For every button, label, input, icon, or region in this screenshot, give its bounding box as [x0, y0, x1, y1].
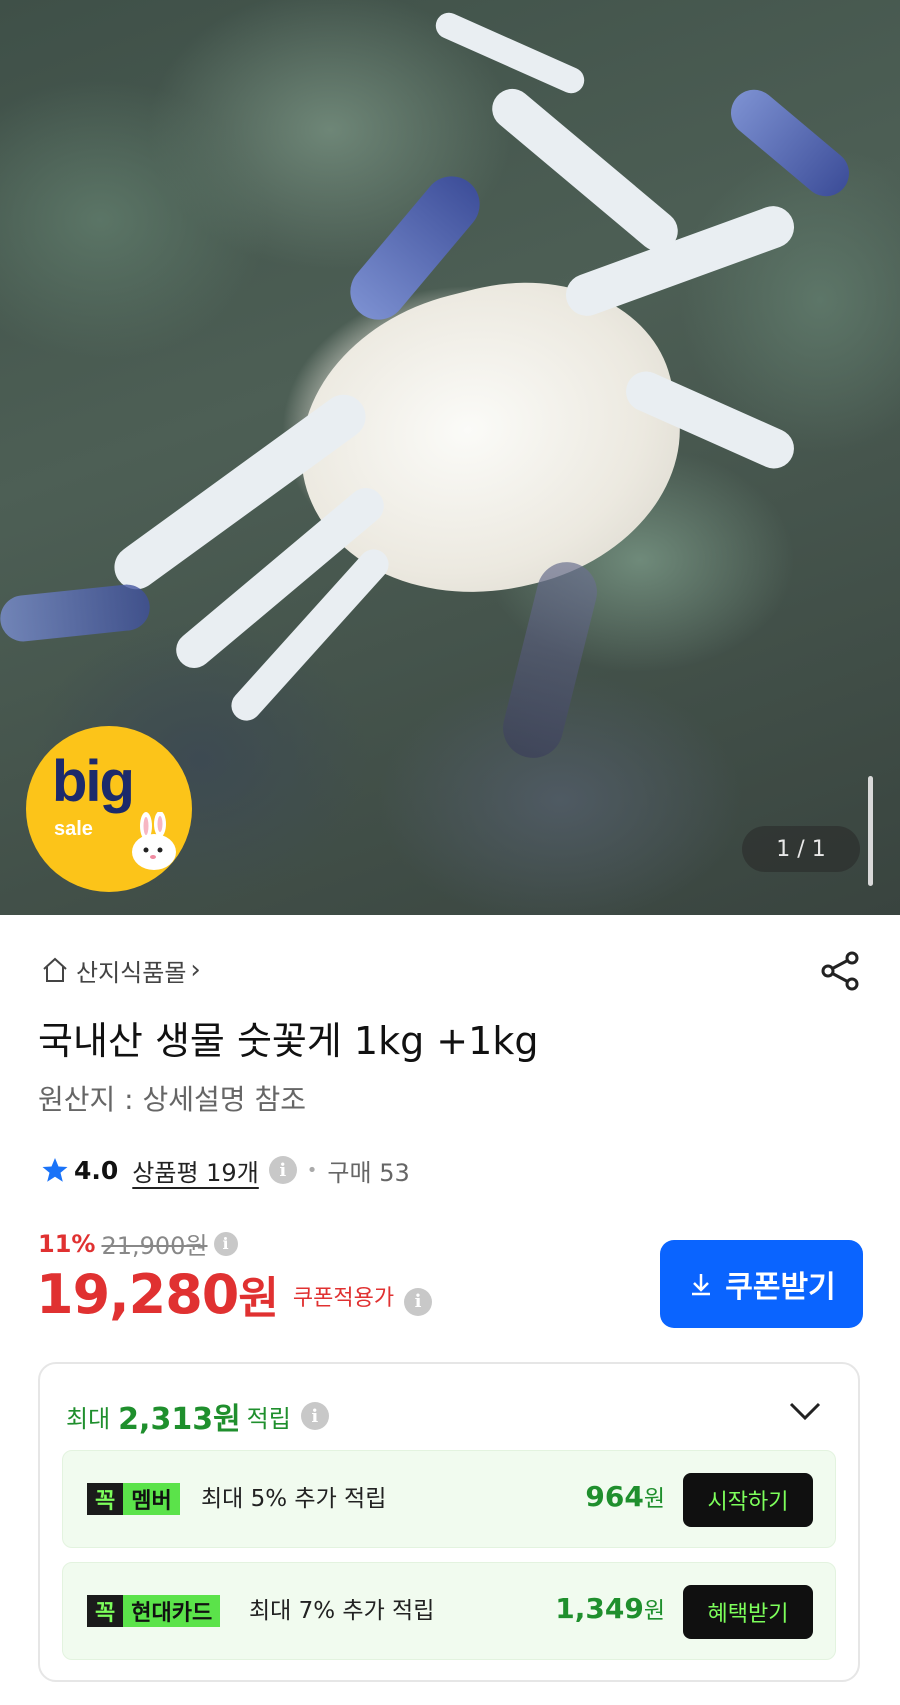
- home-icon: [43, 957, 67, 982]
- share-icon[interactable]: [818, 948, 864, 994]
- purchase-count: 구매 53: [327, 1158, 410, 1187]
- benefit-amount-unit: 원: [643, 1486, 665, 1512]
- benefit-badge: 꼭 멤버: [87, 1483, 180, 1515]
- big-sale-big-text: big: [52, 749, 135, 814]
- product-origin: 원산지 : 상세설명 참조: [38, 1083, 306, 1116]
- crab-claw: [0, 582, 152, 644]
- product-title: 국내산 생물 숫꽃게 1kg +1kg: [38, 1019, 539, 1063]
- original-price: 21,900원: [101, 1232, 208, 1260]
- benefit-description: 최대 7% 추가 적립: [249, 1598, 435, 1624]
- benefit-badge: 꼭 현대카드: [87, 1595, 221, 1627]
- badge-prefix: 꼭: [87, 1595, 124, 1627]
- download-icon: [692, 1274, 711, 1296]
- crab-leg: [431, 8, 589, 98]
- rating-row: 4.0 상품평 19개 i • 구매 53: [40, 1150, 410, 1190]
- scroll-indicator: [868, 776, 873, 886]
- points-amount: 2,313원: [118, 1402, 241, 1437]
- info-icon[interactable]: i: [300, 1402, 329, 1430]
- bunny-icon: [132, 812, 176, 870]
- big-sale-badge: big sale: [26, 726, 192, 892]
- chevron-down-icon[interactable]: [788, 1400, 822, 1422]
- big-sale-sale-text: sale: [54, 818, 93, 840]
- store-link[interactable]: 산지식품몰 ›: [40, 950, 201, 990]
- store-name: 산지식품몰: [76, 958, 187, 987]
- star-icon: [42, 1158, 68, 1182]
- points-suffix: 적립: [246, 1404, 291, 1433]
- image-counter: 1 / 1: [742, 826, 860, 872]
- points-header[interactable]: 최대 2,313원 적립 i: [66, 1394, 329, 1438]
- info-icon[interactable]: i: [268, 1156, 297, 1184]
- badge-prefix: 꼭: [87, 1483, 124, 1515]
- points-panel: 최대 2,313원 적립 i 꼭 멤버 최대 5% 추가 적립 964원 시작하…: [38, 1362, 860, 1682]
- info-icon[interactable]: i: [213, 1231, 238, 1256]
- benefit-description: 최대 5% 추가 적립: [201, 1486, 387, 1512]
- start-button[interactable]: 시작하기: [683, 1473, 813, 1527]
- coupon-applied-label: 쿠폰적용가: [292, 1286, 395, 1311]
- points-prefix: 최대: [66, 1404, 111, 1433]
- product-image[interactable]: big sale 1 / 1: [0, 0, 900, 915]
- coupon-download-button[interactable]: 쿠폰받기: [660, 1240, 863, 1328]
- price-currency: 원: [238, 1273, 279, 1324]
- discount-row: 11% 21,900원 i: [38, 1226, 238, 1261]
- crab-claw: [721, 80, 859, 206]
- benefit-amount: 1,349원: [555, 1589, 665, 1631]
- coupon-button-label: 쿠폰받기: [725, 1271, 836, 1304]
- info-icon[interactable]: i: [404, 1287, 433, 1316]
- price-row: 19,280 원 쿠폰적용가 i: [36, 1262, 433, 1326]
- crab-leg: [560, 200, 800, 322]
- benefit-amount-unit: 원: [643, 1598, 665, 1624]
- benefit-amount-value: 1,349: [555, 1592, 644, 1625]
- badge-label: 멤버: [123, 1483, 180, 1515]
- benefit-hyundai-card: 꼭 현대카드 최대 7% 추가 적립 1,349원 혜택받기: [62, 1562, 836, 1660]
- benefit-amount-value: 964: [585, 1480, 644, 1513]
- crab-leg: [484, 80, 686, 260]
- sale-price: 19,280: [36, 1263, 239, 1326]
- badge-label: 현대카드: [123, 1595, 221, 1627]
- discount-percent: 11%: [38, 1229, 96, 1258]
- separator-dot: •: [306, 1159, 318, 1181]
- benefit-member: 꼭 멤버 최대 5% 추가 적립 964원 시작하기: [62, 1450, 836, 1548]
- reviews-link[interactable]: 상품평 19개: [132, 1153, 259, 1188]
- chevron-right-icon: ›: [190, 955, 201, 985]
- benefit-amount: 964원: [585, 1477, 665, 1519]
- rating-value: 4.0: [74, 1155, 119, 1185]
- get-benefit-button[interactable]: 혜택받기: [683, 1585, 813, 1639]
